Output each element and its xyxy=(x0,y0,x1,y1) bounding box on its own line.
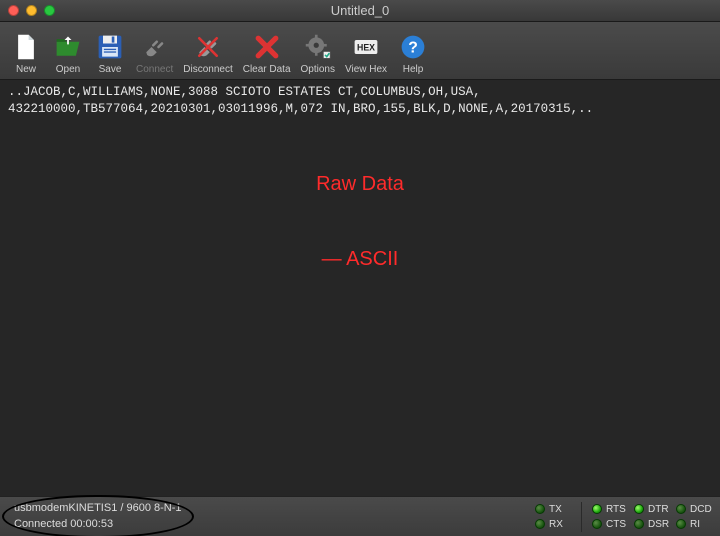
window-controls xyxy=(0,5,55,16)
help-label: Help xyxy=(403,64,424,75)
window-titlebar: Untitled_0 xyxy=(0,0,720,22)
annotation-line1: Raw Data xyxy=(316,172,404,197)
led-icon xyxy=(676,504,686,514)
status-bar: usbmodemKINETIS1 / 9600 8-N-1 Connected … xyxy=(0,496,720,536)
terminal-line: 432210000,TB577064,20210301,03011996,M,0… xyxy=(8,102,593,116)
clear-label: Clear Data xyxy=(243,64,291,75)
hex-icon: HEX xyxy=(352,32,380,62)
zoom-window-button[interactable] xyxy=(44,5,55,16)
port-info: usbmodemKINETIS1 / 9600 8-N-1 xyxy=(14,501,182,517)
clear-data-button[interactable]: Clear Data xyxy=(239,30,295,77)
options-button[interactable]: Options xyxy=(297,30,339,77)
disconnect-plug-icon xyxy=(194,32,222,62)
save-button[interactable]: Save xyxy=(90,30,130,77)
led-icon xyxy=(592,519,602,529)
led-icon xyxy=(535,519,545,529)
signal-ri: RI xyxy=(676,519,712,530)
new-button[interactable]: New xyxy=(6,30,46,77)
signal-dtr: DTR xyxy=(634,504,670,515)
new-file-icon xyxy=(12,32,40,62)
open-button[interactable]: Open xyxy=(48,30,88,77)
signal-cts: CTS xyxy=(592,519,628,530)
annotation-overlay: Raw Data — ASCII xyxy=(316,122,404,322)
connect-button: Connect xyxy=(132,30,177,77)
annotation-line2: — ASCII xyxy=(316,247,404,272)
led-icon xyxy=(535,504,545,514)
signal-indicators: TX RX RTS CTS DTR DSR DCD RI xyxy=(535,502,712,532)
save-label: Save xyxy=(99,64,122,75)
clear-x-icon xyxy=(253,32,281,62)
svg-text:HEX: HEX xyxy=(357,43,375,53)
options-label: Options xyxy=(301,64,335,75)
led-icon xyxy=(592,504,602,514)
divider xyxy=(581,502,582,532)
viewhex-label: View Hex xyxy=(345,64,387,75)
signal-dcd: DCD xyxy=(676,504,712,515)
connect-label: Connect xyxy=(136,64,173,75)
toolbar: New Open Save Connect Disconnect Clear D… xyxy=(0,22,720,80)
save-floppy-icon xyxy=(96,32,124,62)
help-button[interactable]: ? Help xyxy=(393,30,433,77)
new-label: New xyxy=(16,64,36,75)
disconnect-button[interactable]: Disconnect xyxy=(179,30,236,77)
signal-rts: RTS xyxy=(592,504,628,515)
terminal-line: ..JACOB,C,WILLIAMS,NONE,3088 SCIOTO ESTA… xyxy=(8,85,481,99)
signal-dsr: DSR xyxy=(634,519,670,530)
open-label: Open xyxy=(56,64,80,75)
gear-icon xyxy=(304,32,332,62)
signal-rx: RX xyxy=(535,519,571,530)
led-icon xyxy=(634,504,644,514)
disconnect-label: Disconnect xyxy=(183,64,232,75)
led-icon xyxy=(676,519,686,529)
help-icon: ? xyxy=(399,32,427,62)
open-folder-icon xyxy=(54,32,82,62)
led-icon xyxy=(634,519,644,529)
minimize-window-button[interactable] xyxy=(26,5,37,16)
svg-text:?: ? xyxy=(408,39,418,56)
connect-plug-icon xyxy=(141,32,169,62)
close-window-button[interactable] xyxy=(8,5,19,16)
window-title: Untitled_0 xyxy=(0,3,720,18)
connection-info: usbmodemKINETIS1 / 9600 8-N-1 Connected … xyxy=(8,499,188,535)
view-hex-button[interactable]: HEX View Hex xyxy=(341,30,391,77)
terminal-output[interactable]: ..JACOB,C,WILLIAMS,NONE,3088 SCIOTO ESTA… xyxy=(0,80,720,496)
signal-tx: TX xyxy=(535,504,571,515)
connection-status: Connected 00:00:53 xyxy=(14,517,182,533)
